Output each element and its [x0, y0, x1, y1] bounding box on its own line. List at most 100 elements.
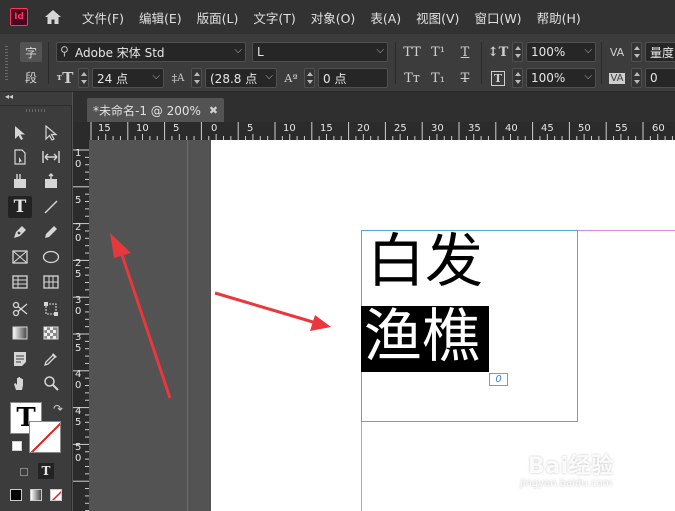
- page-tool-icon: [14, 149, 26, 165]
- apply-color-button[interactable]: [10, 489, 22, 501]
- menu-object[interactable]: 对象(O): [311, 8, 356, 27]
- character-mode-button[interactable]: 字: [20, 42, 42, 62]
- all-caps-button[interactable]: TT: [402, 42, 422, 62]
- font-family-field[interactable]: ⚲ Adobe 宋体 Std ⌵: [56, 42, 246, 62]
- panel-grip[interactable]: [5, 46, 8, 80]
- ruler-label: 25: [394, 123, 407, 134]
- ellipse-tool[interactable]: [39, 246, 63, 268]
- kerning-value: 量度: [650, 45, 675, 60]
- swap-fill-stroke-icon[interactable]: ↷: [53, 402, 63, 416]
- pen-tool[interactable]: [8, 221, 32, 243]
- bleed-guide: [187, 140, 188, 511]
- text-line-2-selected[interactable]: 渔樵: [364, 301, 480, 371]
- horizontal-scale-stepper[interactable]: [512, 68, 523, 88]
- collapse-panel-button[interactable]: ◂◂: [5, 92, 13, 101]
- note-tool[interactable]: [8, 348, 32, 370]
- ruler-label: 4: [75, 405, 82, 417]
- free-transform-icon: [44, 302, 58, 316]
- tracking-icon: VA: [609, 72, 625, 84]
- default-colors-icon[interactable]: [12, 441, 22, 451]
- document-tab[interactable]: *未命名-1 @ 200% ✖: [87, 98, 225, 122]
- menu-edit[interactable]: 编辑(E): [139, 8, 182, 27]
- menu-layout[interactable]: 版面(L): [197, 8, 239, 27]
- tracking-field[interactable]: 0: [645, 68, 675, 88]
- font-style-field[interactable]: L ⌵: [252, 42, 388, 62]
- vertical-ruler[interactable]: 10520253035404550: [73, 140, 89, 511]
- chevron-down-icon[interactable]: ⌵: [584, 45, 592, 56]
- line-tool[interactable]: [39, 196, 63, 218]
- chevron-down-icon[interactable]: ⌵: [152, 71, 160, 82]
- content-placer-tool[interactable]: [39, 170, 63, 192]
- page-tool[interactable]: [8, 146, 32, 168]
- underline-button[interactable]: T: [455, 42, 475, 62]
- kerning-field[interactable]: 量度: [645, 42, 675, 62]
- horizontal-ruler[interactable]: 15 10 5 0 5 10 15 20 25 30 35 40 45 50 5…: [89, 122, 675, 140]
- menu-items: 文件(F) 编辑(E) 版面(L) 文字(T) 对象(O) 表(A) 视图(V)…: [82, 8, 596, 27]
- vertical-scale-stepper[interactable]: [512, 42, 523, 62]
- content-collector-icon: [14, 174, 26, 188]
- vertical-grid-tool[interactable]: [39, 271, 63, 293]
- menu-type[interactable]: 文字(T): [253, 8, 295, 27]
- horizontal-scale-field[interactable]: 100% ⌵: [526, 68, 596, 88]
- apply-gradient-button[interactable]: [30, 489, 42, 501]
- menu-bar: Id 文件(F) 编辑(E) 版面(L) 文字(T) 对象(O) 表(A) 视图…: [0, 0, 675, 34]
- font-size-stepper[interactable]: [78, 68, 89, 88]
- leading-stepper[interactable]: [191, 68, 202, 88]
- menu-view[interactable]: 视图(V): [416, 8, 459, 27]
- selection-tool[interactable]: [8, 122, 32, 144]
- home-icon[interactable]: [42, 6, 64, 28]
- pencil-tool[interactable]: [39, 221, 63, 243]
- menu-help[interactable]: 帮助(H): [537, 8, 581, 27]
- text-line-1[interactable]: 白发: [367, 226, 483, 296]
- menu-table[interactable]: 表(A): [370, 8, 401, 27]
- apply-none-button[interactable]: [50, 489, 62, 501]
- kerning-stepper[interactable]: [631, 42, 642, 62]
- strikethrough-button[interactable]: T: [455, 68, 475, 88]
- content-collector-tool[interactable]: [8, 170, 32, 192]
- content-placer-icon: [45, 173, 57, 188]
- ruler-label: 15: [320, 123, 333, 134]
- direct-selection-tool[interactable]: [39, 122, 63, 144]
- toolbox-grip[interactable]: [26, 109, 46, 112]
- scissors-tool[interactable]: [8, 298, 32, 320]
- tracking-stepper[interactable]: [631, 68, 642, 88]
- frame-grid-tool[interactable]: [8, 271, 32, 293]
- font-size-field[interactable]: 24 点 ⌵: [92, 68, 164, 88]
- type-tool[interactable]: T: [8, 196, 32, 218]
- rectangle-frame-tool[interactable]: [8, 246, 32, 268]
- paragraph-mode-button[interactable]: 段: [20, 67, 42, 87]
- ruler-label: 5: [75, 442, 82, 454]
- chevron-down-icon[interactable]: ⌵: [584, 71, 592, 82]
- leading-field[interactable]: (28.8 点 ⌵: [205, 68, 277, 88]
- gradient-swatch-tool[interactable]: [8, 322, 32, 344]
- zoom-tool[interactable]: [39, 372, 63, 394]
- chevron-down-icon[interactable]: ⌵: [265, 71, 273, 82]
- eyedropper-tool[interactable]: [39, 348, 63, 370]
- superscript-button[interactable]: T¹: [428, 42, 448, 62]
- menu-file[interactable]: 文件(F): [82, 8, 124, 27]
- stroke-swatch[interactable]: [29, 421, 61, 453]
- divider: [395, 42, 396, 84]
- ruler-label: 5: [75, 343, 82, 354]
- vertical-scale-field[interactable]: 100% ⌵: [526, 42, 596, 62]
- overset-marker[interactable]: 0: [489, 373, 508, 386]
- baseline-shift-field[interactable]: 0 点: [318, 68, 388, 88]
- small-caps-button[interactable]: Tт: [402, 68, 422, 88]
- menu-window[interactable]: 窗口(W): [474, 8, 521, 27]
- chevron-down-icon[interactable]: ⌵: [376, 45, 384, 56]
- free-transform-tool[interactable]: [39, 298, 63, 320]
- baseline-shift-stepper[interactable]: [304, 68, 315, 88]
- formatting-container-icon[interactable]: [20, 468, 28, 476]
- selection-arrow-icon: [15, 126, 25, 140]
- hand-tool[interactable]: [8, 372, 32, 394]
- ruler-origin[interactable]: [73, 122, 89, 140]
- subscript-button[interactable]: T₁: [428, 68, 448, 88]
- gap-tool[interactable]: [39, 146, 63, 168]
- rectangle-frame-icon: [12, 250, 28, 264]
- formatting-text-icon[interactable]: T: [38, 463, 54, 479]
- frame-grid-icon: [12, 275, 28, 289]
- font-family-value: Adobe 宋体 Std: [75, 45, 165, 60]
- close-icon[interactable]: ✖: [209, 104, 218, 117]
- chevron-down-icon[interactable]: ⌵: [234, 45, 242, 56]
- gradient-feather-tool[interactable]: [39, 322, 63, 344]
